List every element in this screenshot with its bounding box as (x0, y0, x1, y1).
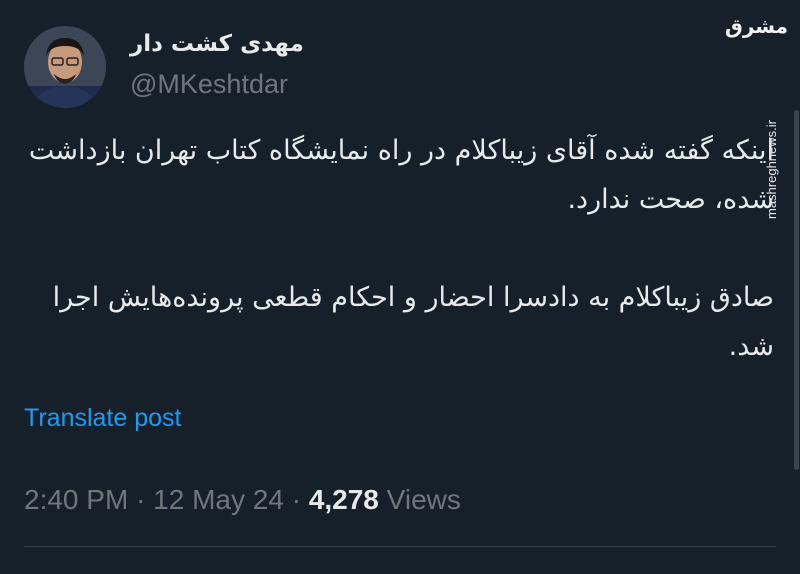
scrollbar[interactable] (792, 0, 800, 574)
divider (24, 546, 776, 547)
tweet-text: اینکه گفته شده آقای زیباکلام در راه نمای… (24, 126, 774, 371)
meta-separator: · (136, 484, 146, 515)
avatar[interactable] (24, 26, 106, 108)
tweet-meta: 2:40 PM · 12 May 24 · 4,278 Views (24, 484, 461, 516)
tweet-card: مهدی کشت دار @MKeshtdar مشرق mashreghnew… (0, 0, 800, 574)
author-handle[interactable]: @MKeshtdar (130, 69, 288, 100)
tweet-paragraph: صادق زیباکلام به دادسرا احضار و احکام قط… (52, 282, 774, 362)
tweet-paragraph: اینکه گفته شده آقای زیباکلام در راه نمای… (28, 135, 774, 215)
meta-separator: · (291, 484, 302, 515)
scrollbar-thumb[interactable] (794, 110, 799, 470)
user-photo-icon (24, 26, 106, 108)
views-label[interactable]: Views (387, 484, 461, 515)
watermark: مشرق mashreghnews.ir (725, 14, 790, 219)
views-count[interactable]: 4,278 (309, 484, 379, 515)
tweet-date[interactable]: 12 May 24 (153, 484, 284, 515)
translate-post-link[interactable]: Translate post (24, 404, 181, 433)
mashregh-logo: مشرق (724, 14, 788, 38)
tweet-time[interactable]: 2:40 PM (24, 484, 128, 515)
author-display-name[interactable]: مهدی کشت دار (130, 31, 304, 57)
